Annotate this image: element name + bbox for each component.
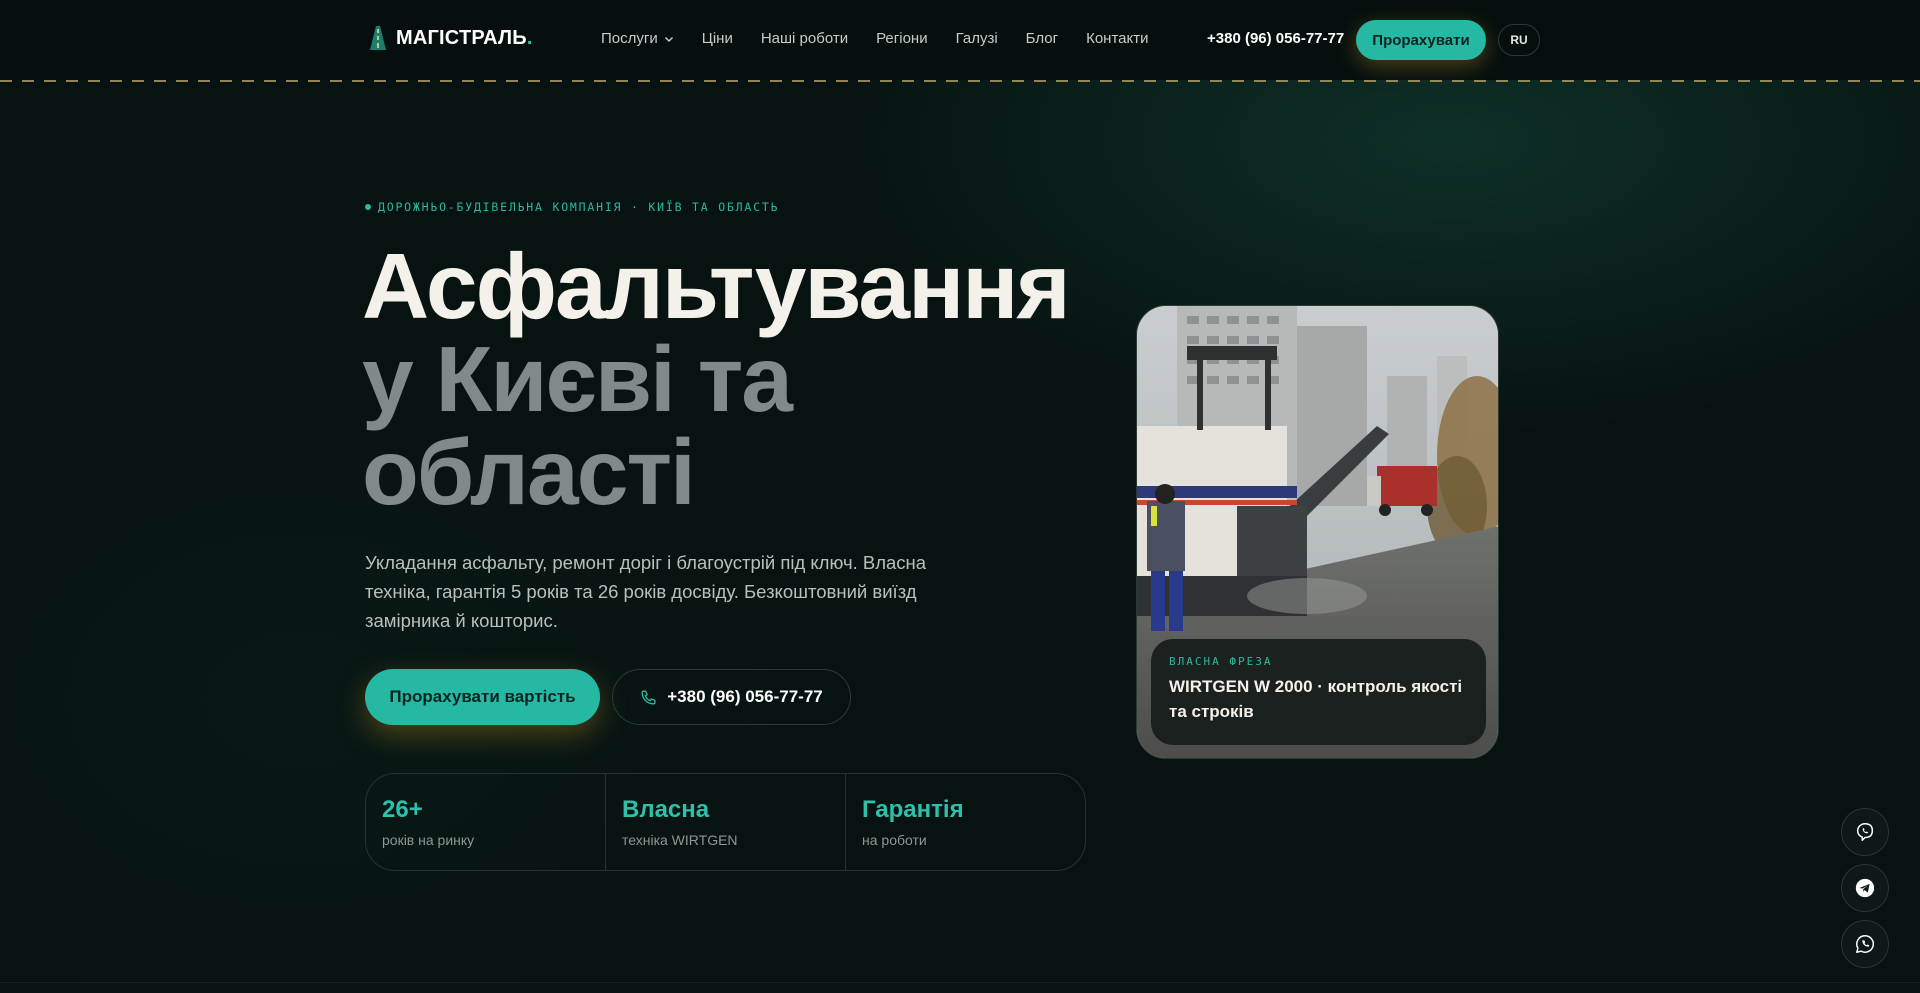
site-header: МАГІСТРАЛЬ. Послуги Ціни Наші роботи Рег… [0, 0, 1920, 80]
stat-warranty: Гарантія на роботи [846, 774, 1085, 870]
stat-value: Власна [622, 796, 710, 823]
stat-equipment: Власна техніка WIRTGEN [606, 774, 846, 870]
title-line-2: у Києві та [362, 327, 793, 431]
title-line-1: Асфальтування [362, 234, 1071, 338]
caption-text: WIRTGEN W 2000 · контроль якості та стро… [1169, 677, 1463, 721]
stat-value: 26+ [382, 796, 423, 823]
caption-eyebrow: ВЛАСНА ФРЕЗА [1169, 655, 1273, 668]
nav-item-services[interactable]: Послуги [601, 30, 674, 47]
nav-item-our-works[interactable]: Наші роботи [761, 30, 848, 47]
header-calculate-button[interactable]: Прорахувати [1356, 20, 1486, 60]
chevron-down-icon [664, 36, 673, 42]
stat-years: 26+ років на ринку [366, 774, 606, 870]
viber-button[interactable] [1841, 808, 1889, 856]
hero-phone-text: +380 (96) 056-77-77 [667, 687, 823, 706]
stat-label: техніка WIRTGEN [622, 832, 738, 848]
nav-item-contacts[interactable]: Контакти [1086, 30, 1148, 47]
road-divider [0, 80, 1920, 82]
viber-icon [1856, 823, 1874, 841]
equipment-photo-card: ВЛАСНА ФРЕЗА WIRTGEN W 2000 · контроль я… [1136, 305, 1499, 759]
photo-caption: ВЛАСНА ФРЕЗА WIRTGEN W 2000 · контроль я… [1151, 639, 1486, 745]
phone-icon [641, 689, 656, 705]
eyebrow-dot [365, 204, 371, 210]
title-line-3: області [362, 420, 696, 524]
nav-item-blog[interactable]: Блог [1026, 30, 1058, 47]
telegram-icon [1855, 878, 1875, 898]
nav-item-label: Послуги [601, 30, 658, 47]
logo[interactable]: МАГІСТРАЛЬ. [370, 26, 533, 50]
hero-title: Асфальтування у Києві та області [362, 234, 1071, 524]
telegram-button[interactable] [1841, 864, 1889, 912]
stats-panel: 26+ років на ринку Власна техніка WIRTGE… [365, 773, 1086, 871]
calculate-cost-button[interactable]: Прорахувати вартість [365, 669, 600, 725]
section-divider [0, 982, 1920, 983]
stat-label: на роботи [862, 832, 927, 848]
whatsapp-button[interactable] [1841, 920, 1889, 968]
brand-name: МАГІСТРАЛЬ. [396, 26, 533, 49]
nav-item-prices[interactable]: Ціни [702, 30, 733, 47]
hero-phone-button[interactable]: +380 (96) 056-77-77 [612, 669, 851, 725]
stat-label: років на ринку [382, 832, 475, 848]
nav-item-regions[interactable]: Регіони [876, 30, 928, 47]
whatsapp-icon [1856, 935, 1875, 953]
language-switch-button[interactable]: RU [1498, 24, 1540, 56]
header-phone-link[interactable]: +380 (96) 056-77-77 [1207, 30, 1344, 47]
road-logo-icon [370, 26, 386, 50]
eyebrow-text: ДОРОЖНЬО-БУДІВЕЛЬНА КОМПАНІЯ · КИЇВ ТА О… [378, 200, 780, 214]
main-nav: Послуги Ціни Наші роботи Регіони Галузі … [601, 30, 1148, 47]
stat-value: Гарантія [862, 796, 964, 823]
hero-lead: Укладання асфальту, ремонт доріг і благо… [365, 552, 927, 631]
nav-item-industries[interactable]: Галузі [956, 30, 998, 47]
hero-eyebrow: ДОРОЖНЬО-БУДІВЕЛЬНА КОМПАНІЯ · КИЇВ ТА О… [365, 200, 779, 214]
